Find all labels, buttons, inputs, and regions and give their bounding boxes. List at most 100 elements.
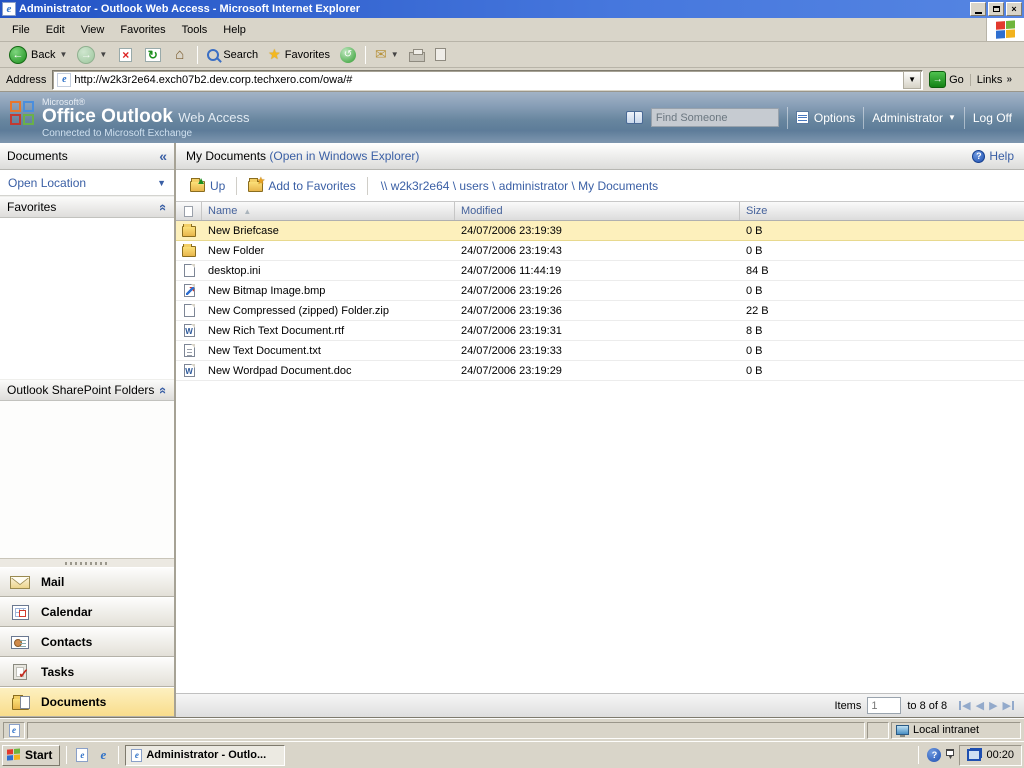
table-row[interactable]: New Text Document.txt 24/07/2006 23:19:3… <box>176 341 1024 361</box>
taskbar: Start e e e Administrator - Outlo... ? ▼… <box>0 741 1024 768</box>
restore-button[interactable] <box>988 2 1004 16</box>
collapse-favorites-icon[interactable]: « <box>156 203 171 210</box>
header-separator <box>787 107 788 129</box>
modified-column-header[interactable]: Modified <box>455 202 740 220</box>
options-button[interactable]: Options <box>796 111 855 125</box>
tray-help-icon[interactable]: ? <box>927 748 941 762</box>
refresh-button[interactable]: ↻ <box>139 45 166 65</box>
breadcrumb[interactable]: \\ w2k3r2e64 \ users \ administrator \ M… <box>373 179 658 193</box>
mail-toolbar-button[interactable]: ✉ ▼ <box>370 44 404 65</box>
previous-page-button[interactable]: ◀ <box>976 699 984 712</box>
address-book-icon[interactable] <box>626 111 643 124</box>
tray-app-icon[interactable] <box>967 749 981 761</box>
back-dropdown-icon[interactable]: ▼ <box>59 50 67 59</box>
brand-web-access: Web Access <box>178 110 249 125</box>
tasks-icon <box>13 664 27 680</box>
back-button[interactable]: ← Back ▼ <box>4 44 72 66</box>
mail-icon <box>10 576 30 589</box>
minimize-button[interactable] <box>970 2 986 16</box>
table-row[interactable]: New Briefcase 24/07/2006 23:19:39 0 B <box>176 221 1024 241</box>
open-location-button[interactable]: Open Location ▼ <box>0 170 174 196</box>
menu-favorites[interactable]: Favorites <box>112 21 173 39</box>
tray-window-icon[interactable]: ▼ <box>946 749 954 761</box>
collapse-pane-icon[interactable]: « <box>159 148 167 164</box>
user-dropdown-icon: ▼ <box>948 113 956 122</box>
home-icon: ⌂ <box>171 47 188 63</box>
next-page-button[interactable]: ▶ <box>989 699 997 712</box>
help-link[interactable]: Help <box>989 149 1014 163</box>
first-page-button[interactable]: ◀ <box>959 699 970 712</box>
start-button[interactable]: Start <box>2 745 60 766</box>
documents-toolbar: ▲ Up ★ Add to Favorites \\ w2k3r2e64 \ u… <box>176 170 1024 201</box>
nav-calendar[interactable]: Calendar <box>0 597 174 627</box>
back-icon: ← <box>9 46 27 64</box>
menu-view[interactable]: View <box>73 21 113 39</box>
quick-launch-ie-desktop-icon[interactable]: e <box>73 746 91 764</box>
sharepoint-section-header[interactable]: Outlook SharePoint Folders « <box>0 379 174 401</box>
nav-contacts[interactable]: Contacts <box>0 627 174 657</box>
menu-file[interactable]: File <box>4 21 38 39</box>
collapse-sharepoint-icon[interactable]: « <box>156 386 171 393</box>
open-location-dropdown-icon[interactable]: ▼ <box>157 178 166 188</box>
history-button[interactable]: ↺ <box>335 45 361 65</box>
up-button[interactable]: ▲ Up <box>184 179 231 193</box>
ie-page-icon: e <box>131 749 142 762</box>
nav-documents[interactable]: Documents <box>0 687 174 717</box>
logoff-button[interactable]: Log Off <box>973 111 1012 125</box>
close-button[interactable]: × <box>1006 2 1022 16</box>
favorites-section-header[interactable]: Favorites « <box>0 196 174 218</box>
table-row[interactable]: New Rich Text Document.rtf 24/07/2006 23… <box>176 321 1024 341</box>
toolbar-separator <box>197 46 198 64</box>
nav-mail[interactable]: Mail <box>0 567 174 597</box>
items-label: Items <box>834 700 861 712</box>
search-icon <box>207 49 219 61</box>
forward-button[interactable]: → ▼ <box>72 44 112 66</box>
size-column-header[interactable]: Size <box>740 202 1024 220</box>
stop-icon: × <box>119 48 132 62</box>
open-in-explorer-link[interactable]: (Open in Windows Explorer) <box>269 149 419 163</box>
user-menu-button[interactable]: Administrator ▼ <box>872 111 956 125</box>
status-page-pane: e <box>3 722 25 739</box>
page-title: My Documents <box>186 149 266 163</box>
forward-dropdown-icon[interactable]: ▼ <box>99 50 107 59</box>
menu-tools[interactable]: Tools <box>174 21 216 39</box>
nav-splitter-handle[interactable] <box>0 558 174 567</box>
go-button[interactable]: → Go <box>923 71 970 88</box>
home-button[interactable]: ⌂ <box>166 45 193 65</box>
icon-column-header[interactable] <box>176 202 202 220</box>
name-column-header[interactable]: Name ▲ <box>202 202 455 220</box>
table-row[interactable]: New Compressed (zipped) Folder.zip 24/07… <box>176 301 1024 321</box>
last-page-button[interactable]: ▶ <box>1003 699 1014 712</box>
table-row[interactable]: New Folder 24/07/2006 23:19:43 0 B <box>176 241 1024 261</box>
brand-tagline: Connected to Microsoft Exchange <box>42 128 249 139</box>
find-someone-input[interactable] <box>651 108 779 127</box>
module-nav: Mail Calendar Contacts Tasks Documents <box>0 567 174 717</box>
add-to-favorites-button[interactable]: ★ Add to Favorites <box>242 179 361 193</box>
menu-edit[interactable]: Edit <box>38 21 73 39</box>
quick-launch-ie-icon[interactable]: e <box>94 746 112 764</box>
table-row[interactable]: New Wordpad Document.doc 24/07/2006 23:1… <box>176 361 1024 381</box>
menu-help[interactable]: Help <box>215 21 254 39</box>
address-input[interactable]: e http://w2k3r2e64.exch07b2.dev.corp.tec… <box>52 70 923 90</box>
print-button[interactable] <box>404 46 430 64</box>
stop-button[interactable]: × <box>112 45 139 65</box>
header-separator <box>964 107 965 129</box>
taskbar-window-button[interactable]: e Administrator - Outlo... <box>125 745 285 766</box>
file-table: Name ▲ Modified Size New Briefcase 24/07… <box>176 201 1024 717</box>
address-dropdown-icon[interactable]: ▼ <box>903 71 921 89</box>
page-number-input[interactable] <box>867 697 901 714</box>
sidebar-title: Documents <box>7 149 68 163</box>
print-icon <box>409 52 425 62</box>
address-url[interactable]: http://w2k3r2e64.exch07b2.dev.corp.techx… <box>74 74 903 86</box>
search-button[interactable]: Search <box>202 47 263 63</box>
edit-button[interactable] <box>430 46 451 63</box>
mail-dropdown-icon[interactable]: ▼ <box>391 50 399 59</box>
table-row[interactable]: New Bitmap Image.bmp 24/07/2006 23:19:26… <box>176 281 1024 301</box>
favorites-button[interactable]: ★ Favorites <box>263 44 335 65</box>
help-icon[interactable]: ? <box>972 150 985 163</box>
table-row[interactable]: desktop.ini 24/07/2006 11:44:19 84 B <box>176 261 1024 281</box>
links-button[interactable]: Links » <box>970 74 1020 86</box>
folder-favorite-icon: ★ <box>248 181 263 192</box>
nav-tasks[interactable]: Tasks <box>0 657 174 687</box>
address-bar: Address e http://w2k3r2e64.exch07b2.dev.… <box>0 68 1024 92</box>
